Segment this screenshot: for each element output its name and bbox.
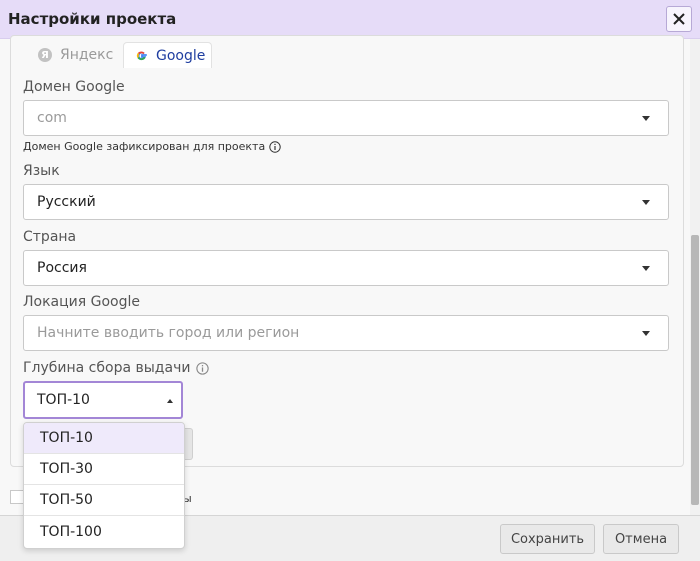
country-value: Россия <box>37 260 87 276</box>
scrollbar[interactable] <box>690 39 700 515</box>
close-button[interactable] <box>666 6 692 32</box>
depth-option[interactable]: ТОП-50 <box>24 485 184 516</box>
country-label: Страна <box>23 229 77 245</box>
depth-dropdown-menu: ТОП-10 ТОП-30 ТОП-50 ТОП-100 <box>23 422 185 549</box>
dialog-title: Настройки проекта <box>8 10 177 28</box>
chevron-down-icon <box>642 116 650 121</box>
yandex-icon: Я <box>38 48 52 62</box>
search-engine-tabs: Я Яндекс Google <box>24 42 212 68</box>
tab-yandex-label: Яндекс <box>60 47 114 63</box>
google-domain-label: Домен Google <box>23 79 125 95</box>
cancel-button[interactable]: Отмена <box>603 524 679 554</box>
dialog-titlebar: Настройки проекта <box>0 0 700 39</box>
location-input[interactable]: Начните вводить город или регион <box>23 315 669 351</box>
depth-label: Глубина сбора выдачи <box>23 360 191 376</box>
location-label: Локация Google <box>23 294 140 310</box>
google-g-icon <box>136 50 148 62</box>
google-domain-hint: Домен Google зафиксирован для проекта <box>23 140 281 153</box>
chevron-up-icon <box>167 399 173 403</box>
google-domain-select[interactable]: com <box>23 100 669 136</box>
language-label: Язык <box>23 163 60 179</box>
save-button[interactable]: Сохранить <box>500 524 595 554</box>
chevron-down-icon <box>642 331 650 336</box>
language-value: Русский <box>37 194 96 210</box>
depth-value: ТОП-10 <box>37 392 90 408</box>
depth-option[interactable]: ТОП-10 <box>24 423 184 454</box>
google-domain-hint-text: Домен Google зафиксирован для проекта <box>23 140 266 153</box>
scrollbar-thumb[interactable] <box>691 235 699 505</box>
tab-yandex[interactable]: Я Яндекс <box>24 42 123 68</box>
chevron-down-icon <box>642 266 650 271</box>
info-icon[interactable] <box>269 140 281 153</box>
depth-label-row: Глубина сбора выдачи <box>23 360 210 376</box>
depth-select[interactable]: ТОП-10 <box>23 381 183 419</box>
tab-google-label: Google <box>156 47 206 64</box>
info-icon[interactable] <box>196 361 210 375</box>
depth-option[interactable]: ТОП-100 <box>24 516 184 547</box>
depth-option[interactable]: ТОП-30 <box>24 454 184 485</box>
chevron-down-icon <box>642 200 650 205</box>
settings-checkbox[interactable] <box>10 490 24 504</box>
country-select[interactable]: Россия <box>23 250 669 286</box>
tab-google[interactable]: Google <box>123 42 212 68</box>
close-icon <box>673 13 685 25</box>
google-domain-value: com <box>37 110 67 126</box>
language-select[interactable]: Русский <box>23 184 669 220</box>
location-placeholder: Начните вводить город или регион <box>37 325 300 341</box>
